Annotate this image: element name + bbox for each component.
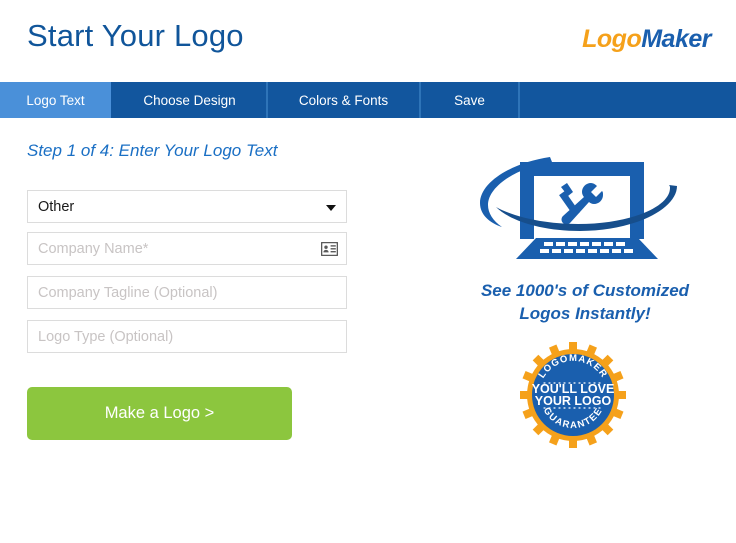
company-name-input[interactable]: Company Name* xyxy=(27,232,347,265)
company-tagline-placeholder: Company Tagline (Optional) xyxy=(38,284,218,301)
step-heading: Step 1 of 4: Enter Your Logo Text xyxy=(27,141,278,160)
step-navigation-bar: Logo Text Choose Design Colors & Fonts S… xyxy=(0,82,736,118)
logo-type-placeholder: Logo Type (Optional) xyxy=(38,328,174,345)
tab-save-label: Save xyxy=(454,92,485,108)
tab-logo-text-label: Logo Text xyxy=(26,92,85,108)
logo-category-select[interactable]: Other xyxy=(27,190,347,223)
promo-headline: See 1000's of Customized Logos Instantly… xyxy=(440,280,730,326)
page-title: Start Your Logo xyxy=(27,18,244,53)
chevron-down-icon xyxy=(326,204,336,211)
make-a-logo-button-label: Make a Logo > xyxy=(104,404,215,422)
logo-category-select-value: Other xyxy=(38,198,75,215)
tab-colors-fonts-label: Colors & Fonts xyxy=(298,92,389,108)
promo-headline-line1: See 1000's of Customized xyxy=(480,281,690,300)
logomaker-brand-logo[interactable]: LogoMaker xyxy=(582,25,711,54)
tab-choose-design-label: Choose Design xyxy=(143,92,236,108)
promo-headline-line2: Logos Instantly! xyxy=(519,303,651,323)
make-a-logo-button[interactable]: Make a Logo > xyxy=(27,387,292,440)
contact-card-icon[interactable] xyxy=(320,241,339,256)
navbar-filler xyxy=(520,82,736,118)
computer-tools-logo-icon xyxy=(462,143,692,261)
tab-colors-fonts[interactable]: Colors & Fonts xyxy=(268,82,421,118)
tab-choose-design[interactable]: Choose Design xyxy=(113,82,268,118)
logo-type-input[interactable]: Logo Type (Optional) xyxy=(27,320,347,353)
brand-text-logo: Logo xyxy=(582,25,642,53)
tab-save[interactable]: Save xyxy=(421,82,520,118)
tab-logo-text[interactable]: Logo Text xyxy=(0,82,113,118)
company-name-placeholder: Company Name* xyxy=(38,240,149,257)
app-root: Start Your Logo LogoMaker Logo Text Choo… xyxy=(0,0,736,543)
badge-center-line2: YOUR LOGO xyxy=(535,394,612,408)
page-header: Start Your Logo LogoMaker xyxy=(0,0,736,82)
company-tagline-input[interactable]: Company Tagline (Optional) xyxy=(27,276,347,309)
brand-text-maker: Maker xyxy=(641,25,711,53)
guarantee-badge: LOGOMAKER GUARANTEE YOU'LL LOVE YOUR LOG… xyxy=(518,340,628,450)
